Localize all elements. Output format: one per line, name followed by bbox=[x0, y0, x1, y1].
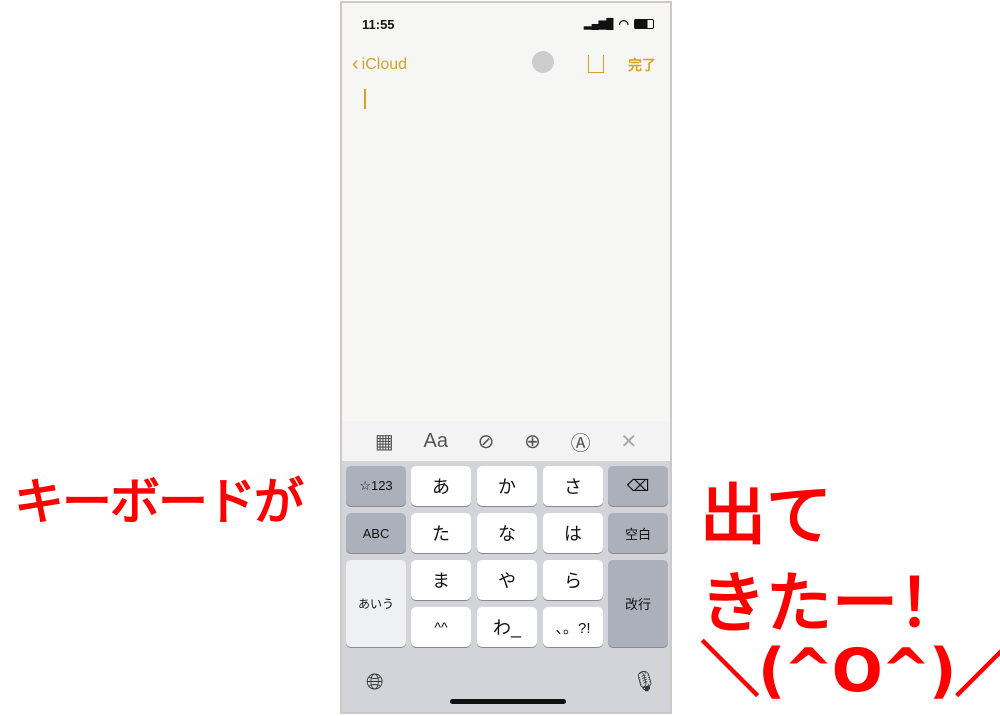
markup-icon[interactable]: Ⓐ bbox=[571, 427, 591, 456]
wifi-icon: ◠ bbox=[618, 17, 629, 31]
globe-icon[interactable]: 🌐︎ bbox=[366, 669, 384, 695]
nav-bar: ‹ iCloud 完了 bbox=[342, 51, 670, 77]
key-abc[interactable]: ABC bbox=[346, 513, 406, 553]
close-icon[interactable]: ✕ bbox=[620, 429, 637, 454]
space-key[interactable]: 空白 bbox=[608, 513, 668, 553]
key-ya[interactable]: や bbox=[477, 560, 537, 600]
format-icon[interactable]: Aa bbox=[423, 430, 447, 453]
chevron-left-icon: ‹ bbox=[352, 53, 359, 75]
key-ka[interactable]: か bbox=[477, 466, 537, 506]
key-ma[interactable]: ま bbox=[411, 560, 471, 600]
delete-key[interactable]: ⌫ bbox=[608, 466, 668, 506]
status-time: 11:55 bbox=[362, 17, 395, 32]
key-emoticon[interactable]: ^^ bbox=[411, 607, 471, 647]
key-a[interactable]: あ bbox=[411, 466, 471, 506]
key-ta[interactable]: た bbox=[411, 513, 471, 553]
key-ra[interactable]: ら bbox=[543, 560, 603, 600]
home-indicator bbox=[450, 699, 566, 704]
done-button[interactable]: 完了 bbox=[628, 55, 656, 75]
delete-icon: ⌫ bbox=[626, 478, 650, 495]
microphone-icon[interactable]: 🎙︎ bbox=[632, 669, 657, 694]
status-bar: 11:55 ▂▄▆█ ◠ bbox=[362, 17, 654, 35]
table-icon[interactable]: ▦ bbox=[375, 429, 394, 454]
keyboard: ☆123 あ か さ ⌫ ABC た な は 空白 あいう ま や ら 改行 ^… bbox=[342, 461, 670, 712]
add-icon[interactable]: ⊕ bbox=[524, 429, 541, 454]
signal-icon: ▂▄▆█ bbox=[583, 18, 614, 30]
add-person-icon[interactable] bbox=[532, 51, 554, 73]
battery-icon bbox=[634, 19, 654, 29]
back-label: iCloud bbox=[361, 55, 408, 73]
note-body[interactable] bbox=[342, 83, 670, 419]
key-ha[interactable]: は bbox=[543, 513, 603, 553]
annotation-left: キーボードが bbox=[14, 473, 304, 531]
key-symbols[interactable]: ☆123 bbox=[346, 466, 406, 506]
phone-screen: 11:55 ▂▄▆█ ◠ ‹ iCloud 完了 ▦ Aa ⊘ ⊕ Ⓐ ✕ ☆1… bbox=[340, 1, 672, 714]
return-key[interactable]: 改行 bbox=[608, 560, 668, 647]
key-punctuation[interactable]: 、。?! bbox=[543, 607, 603, 647]
key-na[interactable]: な bbox=[477, 513, 537, 553]
back-button[interactable]: ‹ iCloud bbox=[352, 53, 407, 76]
annotation-right-1: 出て bbox=[700, 477, 832, 554]
key-wa[interactable]: わ_ bbox=[477, 607, 537, 647]
annotation-right-3: ＼(^O^)／ bbox=[700, 636, 1000, 706]
checklist-icon[interactable]: ⊘ bbox=[478, 429, 495, 454]
notes-toolbar: ▦ Aa ⊘ ⊕ Ⓐ ✕ bbox=[342, 421, 670, 461]
key-sa[interactable]: さ bbox=[543, 466, 603, 506]
share-icon[interactable] bbox=[588, 55, 604, 73]
key-kana[interactable]: あいう bbox=[346, 560, 406, 647]
